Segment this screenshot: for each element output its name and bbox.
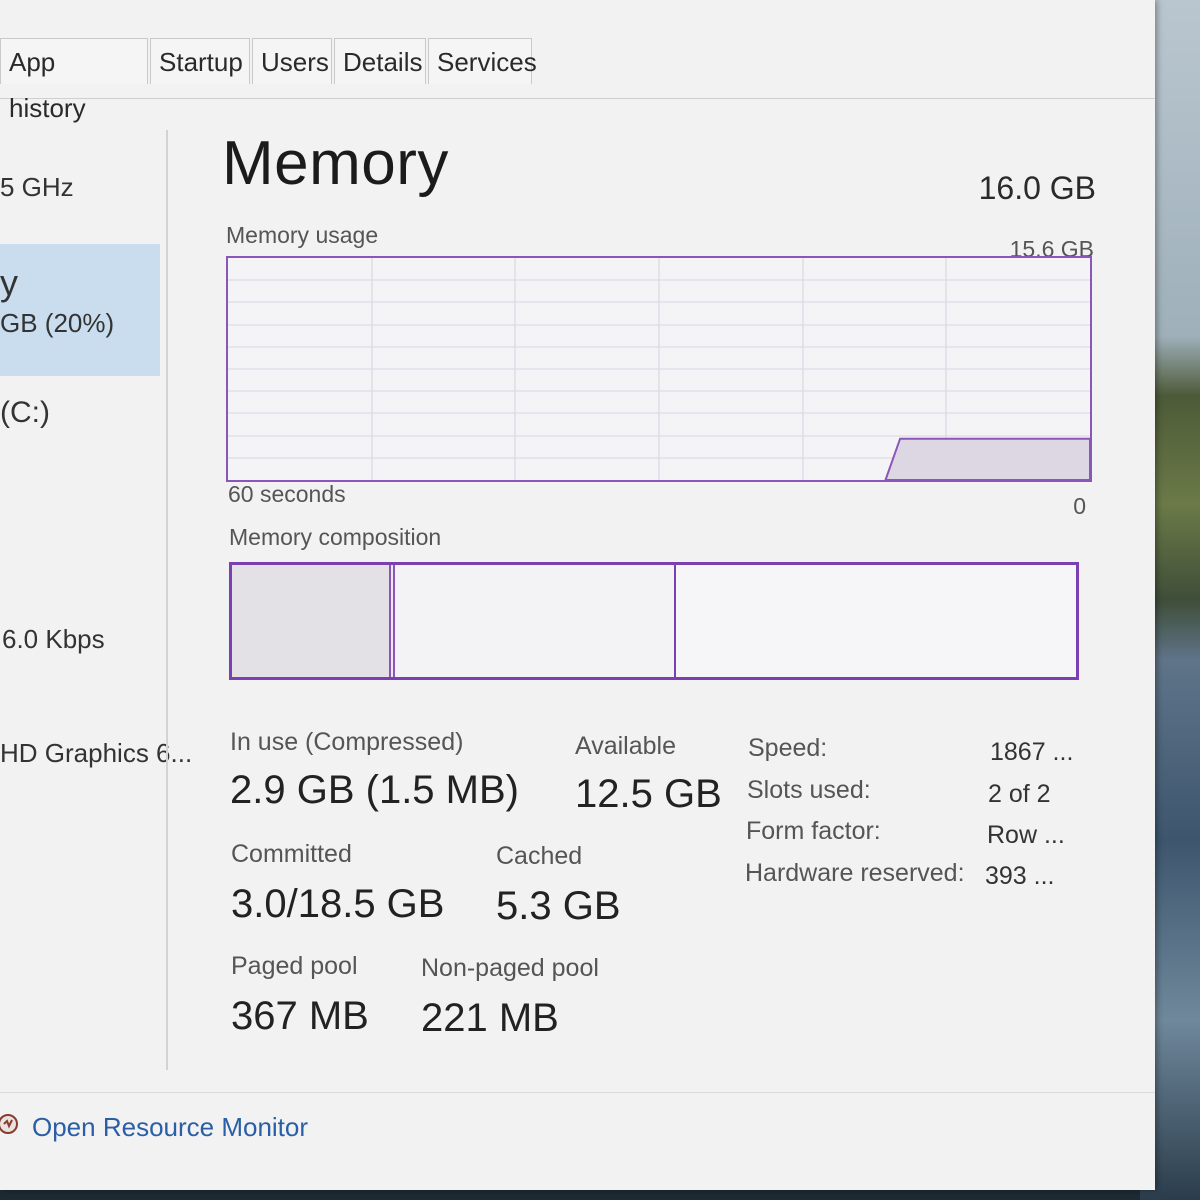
tab-app-history[interactable]: App history	[0, 38, 148, 123]
speed-value: 1867 ...	[990, 738, 1074, 766]
open-resource-monitor-link[interactable]: Open Resource Monitor	[32, 1112, 308, 1143]
committed-label: Committed	[231, 840, 352, 868]
memory-composition-bar	[229, 562, 1079, 680]
total-memory: 16.0 GB	[978, 170, 1096, 206]
tab-details[interactable]: Details	[334, 38, 426, 84]
tab-startup[interactable]: Startup	[150, 38, 250, 84]
tab-services[interactable]: Services	[428, 38, 537, 84]
hardware-reserved-label: Hardware reserved:	[745, 859, 965, 887]
tab-bar: App history Startup Users Details Servic…	[0, 36, 1155, 123]
nonpaged-pool-label: Non-paged pool	[421, 954, 599, 982]
available-label: Available	[575, 732, 677, 760]
memory-usage-chart	[228, 258, 1090, 480]
composition-free	[676, 565, 1076, 677]
form-factor-value: Row ...	[987, 821, 1065, 849]
usage-series-area	[884, 437, 1090, 480]
form-factor-label: Form factor:	[746, 817, 881, 845]
memory-composition-label: Memory composition	[229, 524, 442, 550]
resource-monitor-icon[interactable]	[0, 1112, 20, 1136]
page-title: Memory	[222, 129, 449, 198]
sidebar-gpu-label[interactable]: HD Graphics 6...	[0, 738, 192, 769]
sidebar-divider	[166, 130, 168, 1070]
available-value: 12.5 GB	[575, 772, 722, 816]
speed-label: Speed:	[748, 734, 828, 762]
memory-usage-label: Memory usage	[226, 222, 379, 248]
task-manager-window: App history Startup Users Details Servic…	[0, 0, 1155, 1190]
graph-time-span: 60 seconds	[228, 481, 346, 507]
cached-value: 5.3 GB	[496, 884, 621, 928]
sidebar-disk-label[interactable]: (C:)	[0, 396, 50, 430]
graph-axis-zero: 0	[1073, 493, 1086, 519]
sidebar-cpu-speed[interactable]: 5 GHz	[0, 172, 74, 203]
footer-divider	[0, 1092, 1155, 1093]
sidebar-memory-title: y	[0, 262, 18, 303]
paged-pool-label: Paged pool	[231, 952, 358, 980]
in-use-value: 2.9 GB (1.5 MB)	[230, 768, 519, 812]
sidebar-memory-usage: GB (20%)	[0, 308, 115, 338]
paged-pool-value: 367 MB	[231, 994, 369, 1038]
composition-standby	[395, 565, 676, 677]
cached-label: Cached	[496, 842, 583, 870]
hardware-reserved-value: 393 ...	[985, 862, 1055, 890]
memory-usage-graph	[226, 256, 1092, 482]
tab-users[interactable]: Users	[252, 38, 332, 84]
slots-used-value: 2 of 2	[988, 780, 1051, 808]
nonpaged-pool-value: 221 MB	[421, 996, 559, 1040]
composition-in-use	[232, 565, 389, 677]
sidebar-ethernet-rate[interactable]: 6.0 Kbps	[2, 624, 105, 655]
committed-value: 3.0/18.5 GB	[231, 882, 445, 926]
in-use-label: In use (Compressed)	[230, 728, 464, 756]
slots-used-label: Slots used:	[747, 776, 871, 804]
